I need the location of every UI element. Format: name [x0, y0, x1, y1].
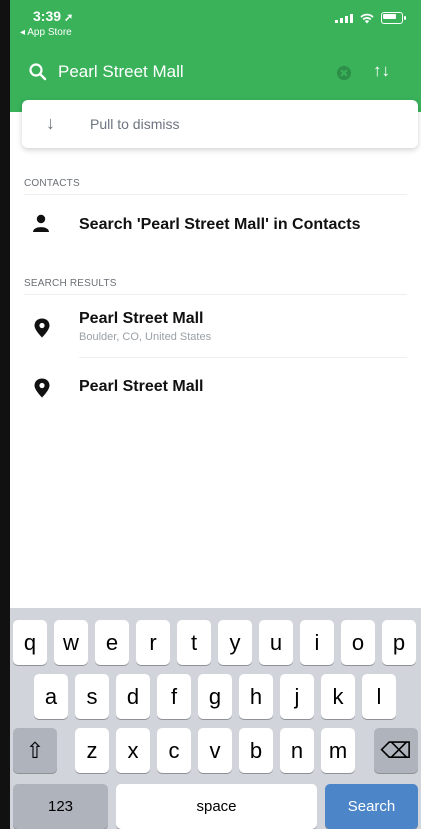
- search-contacts-label: Search 'Pearl Street Mall' in Contacts: [79, 216, 361, 233]
- key-g[interactable]: g: [198, 674, 232, 719]
- shift-icon: ⇧: [25, 737, 45, 763]
- key-j[interactable]: j: [280, 674, 314, 719]
- location-arrow-icon: ➚: [64, 12, 74, 24]
- key-a[interactable]: a: [34, 674, 68, 719]
- key-f[interactable]: f: [157, 674, 191, 719]
- signal-icon: [335, 13, 353, 23]
- pull-to-dismiss-card[interactable]: ↓ Pull to dismiss: [22, 100, 418, 148]
- map-pin-icon: [34, 378, 50, 398]
- key-s[interactable]: s: [75, 674, 109, 719]
- key-e[interactable]: e: [95, 620, 129, 665]
- back-to-app-store-link[interactable]: ◂ App Store: [20, 27, 72, 38]
- map-pin-icon: [34, 318, 50, 338]
- delete-key[interactable]: ⌫: [374, 728, 418, 773]
- numbers-key[interactable]: 123: [13, 784, 108, 829]
- divider: [24, 194, 407, 195]
- result-subtitle: Boulder, CO, United States: [79, 331, 212, 343]
- phone-frame: 3:39 ➚ ◂ App Store Pearl Street Mall ↑↓ …: [0, 0, 421, 829]
- key-p[interactable]: p: [382, 620, 416, 665]
- result-title: Pearl Street Mall: [79, 310, 204, 327]
- key-h[interactable]: h: [239, 674, 273, 719]
- contacts-section-header: CONTACTS: [24, 178, 80, 189]
- key-z[interactable]: z: [75, 728, 109, 773]
- divider: [79, 357, 407, 358]
- key-b[interactable]: b: [239, 728, 273, 773]
- keyboard: q w e r t y u i o p a s d f g h j k l ⇧ …: [10, 608, 421, 829]
- search-results-section-header: SEARCH RESULTS: [24, 278, 117, 289]
- wifi-icon: [360, 13, 374, 23]
- key-q[interactable]: q: [13, 620, 47, 665]
- status-time-text: 3:39: [33, 8, 62, 24]
- key-m[interactable]: m: [321, 728, 355, 773]
- search-bar[interactable]: Pearl Street Mall ↑↓: [28, 60, 408, 86]
- search-input[interactable]: Pearl Street Mall: [58, 62, 184, 82]
- key-c[interactable]: c: [157, 728, 191, 773]
- arrow-down-icon: ↓: [46, 113, 55, 133]
- key-l[interactable]: l: [362, 674, 396, 719]
- shift-key[interactable]: ⇧: [13, 728, 57, 773]
- key-y[interactable]: y: [218, 620, 252, 665]
- battery-icon: [381, 12, 406, 24]
- key-o[interactable]: o: [341, 620, 375, 665]
- key-x[interactable]: x: [116, 728, 150, 773]
- key-t[interactable]: t: [177, 620, 211, 665]
- key-n[interactable]: n: [280, 728, 314, 773]
- person-icon: [33, 214, 49, 232]
- key-u[interactable]: u: [259, 620, 293, 665]
- swap-directions-icon[interactable]: ↑↓: [373, 61, 395, 83]
- key-r[interactable]: r: [136, 620, 170, 665]
- screen: 3:39 ➚ ◂ App Store Pearl Street Mall ↑↓ …: [10, 0, 421, 829]
- result-title: Pearl Street Mall: [79, 378, 204, 395]
- search-key[interactable]: Search: [325, 784, 418, 829]
- key-v[interactable]: v: [198, 728, 232, 773]
- pull-to-dismiss-label: Pull to dismiss: [90, 116, 180, 132]
- key-k[interactable]: k: [321, 674, 355, 719]
- key-d[interactable]: d: [116, 674, 150, 719]
- search-icon: [29, 63, 47, 81]
- space-key[interactable]: space: [116, 784, 317, 829]
- device-bezel: [0, 0, 10, 829]
- status-icons: [335, 12, 406, 24]
- divider: [24, 294, 407, 295]
- search-header: 3:39 ➚ ◂ App Store Pearl Street Mall ↑↓: [10, 0, 421, 112]
- key-w[interactable]: w: [54, 620, 88, 665]
- key-i[interactable]: i: [300, 620, 334, 665]
- clear-search-icon[interactable]: [337, 66, 351, 80]
- status-time: 3:39 ➚: [33, 8, 73, 24]
- delete-icon: ⌫: [380, 737, 412, 763]
